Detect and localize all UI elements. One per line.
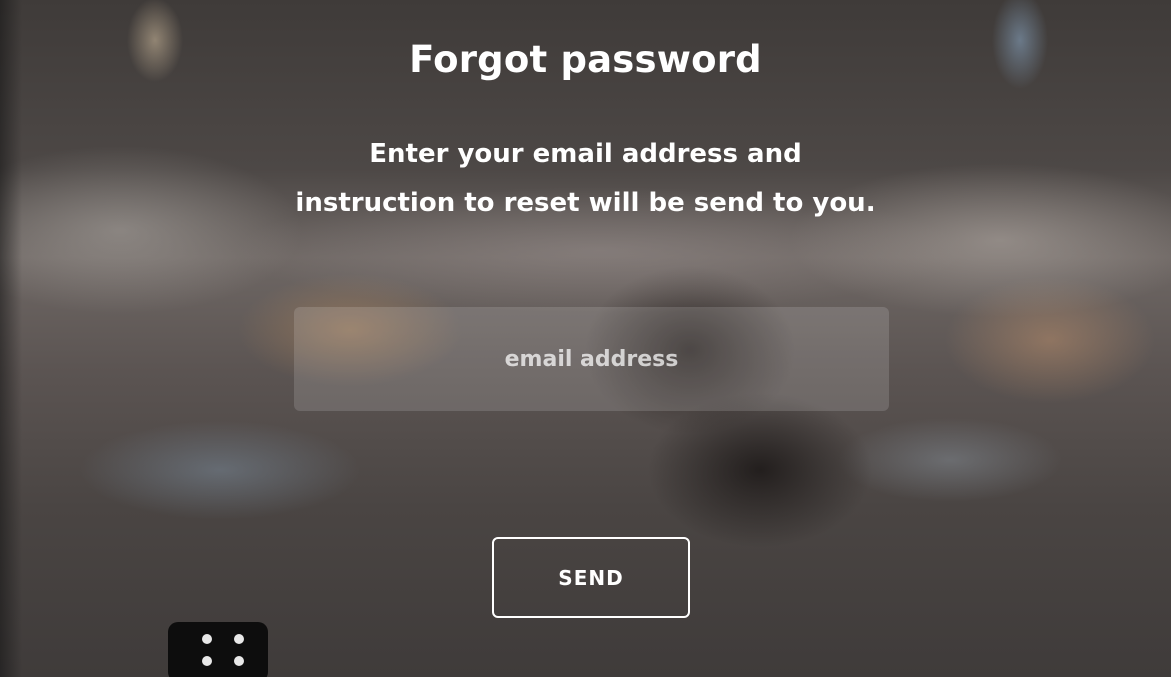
instructions-line-2: instruction to reset will be send to you… [295, 188, 876, 218]
instructions-text: Enter your email address and instruction… [0, 130, 1171, 228]
send-button[interactable]: SEND [492, 537, 690, 618]
page-title: Forgot password [409, 38, 762, 81]
instructions-line-1: Enter your email address and [369, 139, 802, 169]
forgot-password-panel: Forgot password Enter your email address… [0, 0, 1171, 677]
email-field[interactable] [294, 307, 889, 411]
